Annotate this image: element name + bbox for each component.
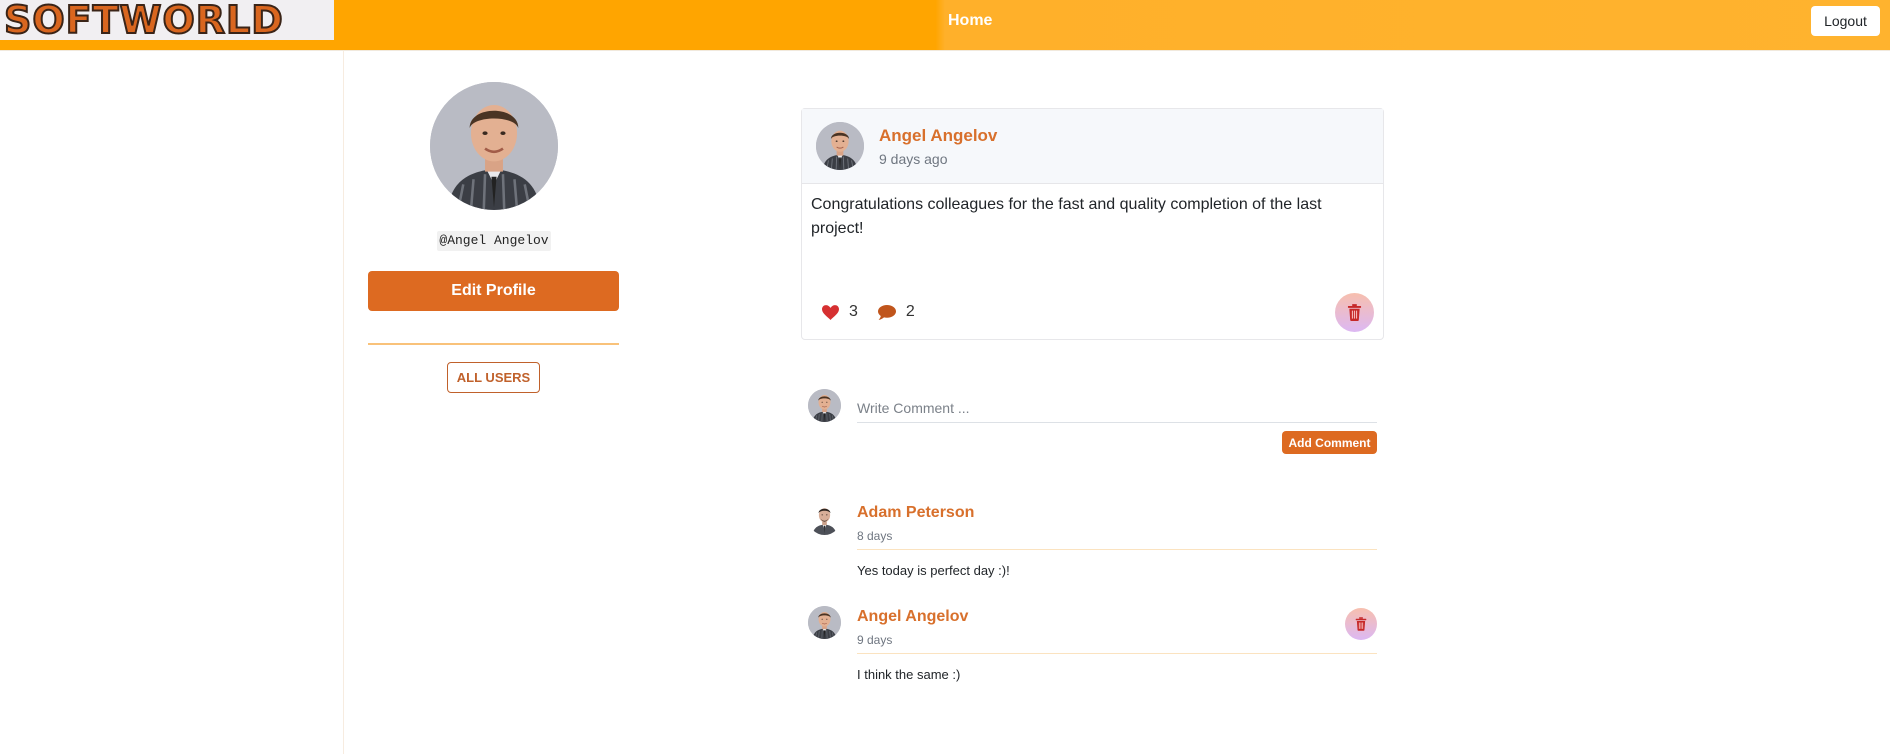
comment-item: Adam Peterson 8 days Yes today is perfec… <box>808 502 1378 592</box>
post-actions: 3 2 <box>822 303 935 321</box>
post-header: Angel Angelov 9 days ago <box>802 109 1383 184</box>
logout-button[interactable]: Logout <box>1811 6 1880 36</box>
comment-form-avatar <box>808 389 841 422</box>
user-photo-icon <box>808 606 841 639</box>
user-photo-icon <box>816 122 864 170</box>
post-body-text: Congratulations colleagues for the fast … <box>811 196 1322 237</box>
comment-author-avatar[interactable] <box>808 502 841 535</box>
user-photo-icon <box>430 82 558 210</box>
brand-logo[interactable]: SOFTWORLD <box>0 0 334 40</box>
user-photo-icon <box>808 389 841 422</box>
navbar-divider <box>0 50 1890 51</box>
profile-username: @Angel Angelov <box>437 231 551 251</box>
speech-bubble-icon <box>877 304 896 320</box>
comment-timestamp: 9 days <box>857 633 893 647</box>
comments-button[interactable]: 2 <box>877 303 915 321</box>
comment-author-name[interactable]: Angel Angelov <box>857 608 968 626</box>
post-author-avatar[interactable] <box>816 122 864 170</box>
post-timestamp: 9 days ago <box>879 151 948 167</box>
user-photo-icon <box>808 502 841 535</box>
post-card: Angel Angelov 9 days ago Congratulations… <box>801 108 1384 340</box>
comment-count: 2 <box>905 303 915 320</box>
comment-item: Angel Angelov 9 days I think the same :) <box>808 606 1378 696</box>
comment-text: I think the same :) <box>857 667 961 682</box>
add-comment-button[interactable]: Add Comment <box>1282 431 1377 454</box>
sidebar-divider <box>343 51 344 754</box>
delete-comment-button[interactable] <box>1345 608 1377 640</box>
top-navbar: SOFTWORLD Home Logout <box>0 0 1890 50</box>
like-button[interactable]: 3 <box>822 303 858 321</box>
comment-input[interactable] <box>857 394 1377 423</box>
comment-divider <box>857 653 1377 654</box>
trash-icon <box>1355 617 1367 631</box>
edit-profile-button[interactable]: Edit Profile <box>368 271 619 311</box>
comment-divider <box>857 549 1377 550</box>
profile-divider <box>368 343 619 345</box>
comment-text: Yes today is perfect day :)! <box>857 563 1010 578</box>
comment-author-name[interactable]: Adam Peterson <box>857 504 974 522</box>
profile-avatar <box>430 82 558 210</box>
heart-icon <box>822 304 839 320</box>
post-author-name[interactable]: Angel Angelov <box>879 126 997 146</box>
like-count: 3 <box>849 303 858 320</box>
all-users-button[interactable]: ALL USERS <box>447 362 540 393</box>
logo-text: SOFTWORLD <box>3 0 284 42</box>
comment-author-avatar[interactable] <box>808 606 841 639</box>
trash-icon <box>1347 304 1362 321</box>
nav-home-link[interactable]: Home <box>948 12 992 30</box>
comment-timestamp: 8 days <box>857 529 893 543</box>
delete-post-button[interactable] <box>1335 293 1374 332</box>
